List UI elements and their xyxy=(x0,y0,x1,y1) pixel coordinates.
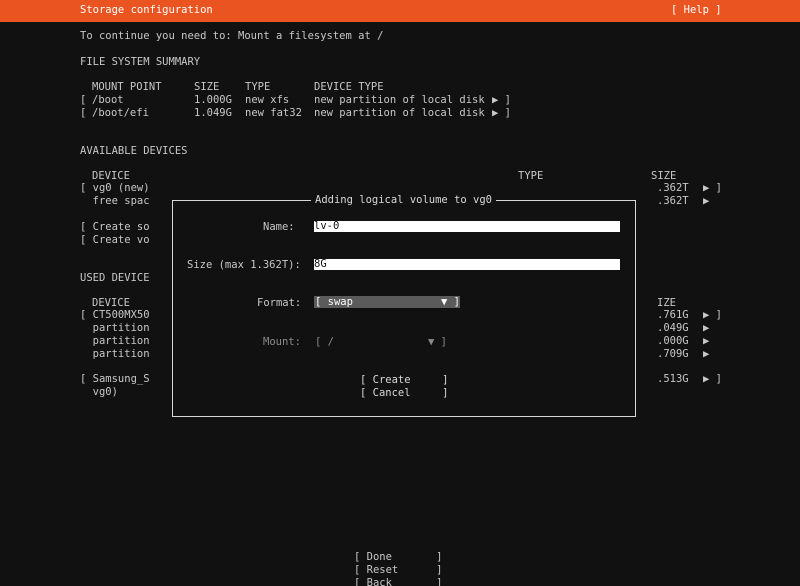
device-name: [ vg0 (new) xyxy=(80,182,150,194)
fs-summary-heading: FILE SYSTEM SUMMARY xyxy=(80,56,201,68)
device-name: partition xyxy=(80,335,150,347)
size-value: 8G xyxy=(314,258,327,270)
done-button[interactable]: [ Done ] xyxy=(354,551,443,564)
row-arrow-icon[interactable]: ▶ xyxy=(703,322,709,335)
back-button[interactable]: [ Back ] xyxy=(354,577,443,586)
row-arrow-icon[interactable]: ▶ ] xyxy=(703,182,722,195)
chevron-down-icon: ▼ ] xyxy=(428,336,447,348)
device-size: .362T xyxy=(657,182,689,194)
row-arrow-icon[interactable]: ▶ ] xyxy=(703,309,722,322)
mount-label: Mount: xyxy=(263,336,301,348)
instruction-text: To continue you need to: Mount a filesys… xyxy=(80,30,384,42)
fs-mount: /boot xyxy=(92,94,124,106)
name-value: lv-0 xyxy=(314,220,340,232)
row-arrow-icon[interactable]: ▶ ] xyxy=(703,373,722,386)
device-size: .709G xyxy=(657,348,689,360)
avail-col-type: TYPE xyxy=(518,170,544,182)
mount-value: [ / xyxy=(315,336,334,348)
used-devices-heading: USED DEVICE xyxy=(80,272,150,284)
fs-device-type: new partition of local disk xyxy=(314,107,485,119)
mount-select: [ / ▼ ] xyxy=(315,336,461,349)
row-arrow-icon[interactable]: ▶ ] xyxy=(492,107,511,120)
device-size: .761G xyxy=(657,309,689,321)
device-name: partition xyxy=(80,348,150,360)
create-software-raid-button[interactable]: [ Create so xyxy=(80,221,150,234)
size-label: Size (max 1.362T): xyxy=(187,259,301,271)
fs-type: new xfs xyxy=(245,94,290,106)
device-name: [ Samsung_S xyxy=(80,373,150,385)
device-name: free spac xyxy=(80,195,150,207)
device-name: [ CT500MX50 xyxy=(80,309,150,321)
reset-button[interactable]: [ Reset ] xyxy=(354,564,443,577)
chevron-down-icon: ▼ ] xyxy=(441,296,460,308)
row-arrow-icon[interactable]: ▶ xyxy=(703,195,709,208)
create-button[interactable]: [ Create ] xyxy=(360,374,449,387)
device-name: partition xyxy=(80,322,150,334)
row-arrow-icon[interactable]: ▶ xyxy=(703,348,709,361)
format-label: Format: xyxy=(257,297,302,309)
row-bracket: [ xyxy=(80,94,87,106)
create-volume-group-button[interactable]: [ Create vo xyxy=(80,234,150,247)
cancel-button[interactable]: [ Cancel ] xyxy=(360,387,449,400)
device-size: .000G xyxy=(657,335,689,347)
available-devices-heading: AVAILABLE DEVICES xyxy=(80,145,188,157)
row-bracket: [ xyxy=(80,107,87,119)
name-label: Name: xyxy=(263,221,295,233)
page-title: Storage configuration xyxy=(80,4,213,16)
dialog-title: Adding logical volume to vg0 xyxy=(311,194,497,207)
fs-size: 1.000G xyxy=(194,94,232,106)
row-arrow-icon[interactable]: ▶ ] xyxy=(492,94,511,107)
row-arrow-icon[interactable]: ▶ xyxy=(703,335,709,348)
fs-device-type: new partition of local disk xyxy=(314,94,485,106)
format-value: [ swap xyxy=(315,296,353,308)
help-button[interactable]: [ Help ] xyxy=(671,4,722,17)
fs-col-type: TYPE xyxy=(245,81,271,93)
header-bar: Storage configuration [ Help ] xyxy=(0,0,800,22)
fs-col-size: SIZE xyxy=(194,81,220,93)
size-field[interactable]: 8G xyxy=(314,259,620,270)
fs-mount: /boot/efi xyxy=(92,107,149,119)
fs-size: 1.049G xyxy=(194,107,232,119)
device-size: .049G xyxy=(657,322,689,334)
device-name: vg0) xyxy=(80,386,118,398)
fs-col-mount: MOUNT POINT xyxy=(92,81,162,93)
format-select[interactable]: [ swap ▼ ] xyxy=(314,296,460,308)
device-size: .513G xyxy=(657,373,689,385)
device-size: .362T xyxy=(657,195,689,207)
add-logical-volume-dialog: Adding logical volume to vg0 Name: lv-0 … xyxy=(172,194,636,417)
fs-col-device-type: DEVICE TYPE xyxy=(314,81,384,93)
name-field[interactable]: lv-0 xyxy=(314,221,620,232)
fs-type: new fat32 xyxy=(245,107,302,119)
